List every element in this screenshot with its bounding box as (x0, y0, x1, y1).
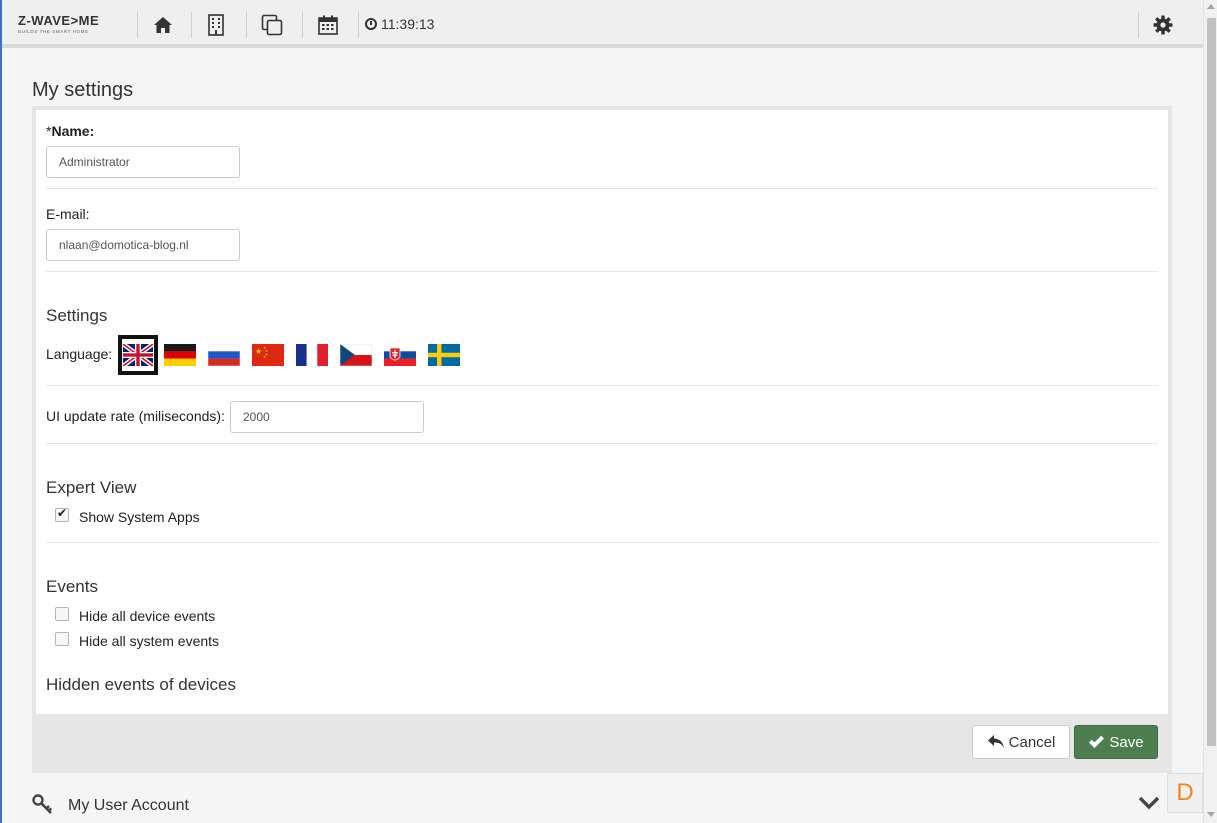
zwave-me-logo[interactable]: Z-WAVE>ME BUILDS THE SMART HOME (18, 14, 118, 38)
hide-device-events-checkbox[interactable] (55, 607, 69, 621)
language-option-cn[interactable]: ★ ★ ★ ★ ★ (246, 335, 290, 375)
germany-flag-icon (164, 344, 196, 366)
undo-arrow-icon (987, 735, 1004, 748)
save-button[interactable]: Save (1074, 725, 1158, 759)
uk-flag-icon (123, 344, 153, 366)
save-button-label: Save (1109, 733, 1144, 751)
language-option-se[interactable] (422, 335, 466, 375)
language-option-en[interactable] (118, 335, 158, 375)
logo-tagline: BUILDS THE SMART HOME (18, 29, 89, 34)
key-icon (32, 794, 53, 814)
cancel-button-label: Cancel (1008, 733, 1056, 751)
language-option-fr[interactable] (290, 335, 334, 375)
slovakia-flag-icon (384, 344, 416, 366)
cancel-button[interactable]: Cancel (972, 725, 1070, 759)
my-user-account-row[interactable]: My User Account (32, 774, 1172, 823)
toolbar-separator (191, 12, 192, 38)
china-flag-icon: ★ ★ ★ ★ ★ (252, 344, 284, 366)
name-label: *Name: (46, 123, 94, 139)
copy-icon[interactable] (259, 12, 285, 38)
settings-heading: Settings (46, 306, 108, 325)
divider (46, 385, 1158, 386)
hide-device-events-label: Hide all device events (79, 608, 216, 624)
expert-view-heading: Expert View (46, 478, 137, 497)
ui-update-rate-label: UI update rate (miliseconds): (46, 408, 225, 424)
language-option-cz[interactable] (334, 335, 378, 375)
toolbar-separator (1138, 12, 1139, 38)
divider (46, 188, 1158, 189)
hide-system-events-checkbox[interactable] (55, 632, 69, 646)
divider (46, 542, 1158, 543)
scroll-down-arrow-icon[interactable] (1207, 812, 1215, 817)
divider (46, 443, 1158, 444)
czech-flag-icon (340, 344, 372, 366)
email-input[interactable] (46, 229, 240, 261)
d-badge[interactable]: D (1167, 773, 1203, 813)
top-navbar: Z-WAVE>ME BUILDS THE SMART HOME 11:39:13 (2, 0, 1203, 48)
calendar-icon[interactable] (315, 12, 341, 38)
language-option-de[interactable] (158, 335, 202, 375)
scroll-up-arrow-icon[interactable] (1207, 4, 1215, 9)
svg-text:★: ★ (255, 347, 262, 356)
divider (46, 271, 1158, 272)
language-label: Language: (46, 346, 113, 362)
show-system-apps-checkbox[interactable] (55, 506, 69, 522)
events-heading: Events (46, 577, 98, 596)
name-label-text: Name: (51, 123, 95, 139)
page-title: My settings (32, 79, 134, 101)
language-selector: ★ ★ ★ ★ ★ (118, 335, 466, 375)
scrollbar-thumb[interactable] (1207, 18, 1216, 746)
toolbar-separator (358, 12, 359, 38)
show-system-apps-label: Show System Apps (79, 509, 200, 525)
france-flag-icon (296, 344, 328, 366)
clock-display: 11:39:13 (365, 16, 434, 32)
home-icon[interactable] (150, 12, 176, 38)
language-option-ru[interactable] (202, 335, 246, 375)
my-user-account-label: My User Account (68, 797, 189, 814)
language-option-sk[interactable] (378, 335, 422, 375)
gear-icon[interactable] (1150, 12, 1176, 38)
hidden-events-heading: Hidden events of devices (46, 675, 236, 694)
toolbar-separator (137, 12, 138, 38)
name-input[interactable] (46, 146, 240, 178)
email-label: E-mail: (46, 206, 90, 222)
window-left-edge (0, 0, 2, 823)
toolbar-separator (246, 12, 247, 38)
clock-icon (365, 18, 377, 30)
ui-update-rate-input[interactable] (230, 401, 424, 433)
logo-text: Z-WAVE>ME (18, 13, 100, 28)
hide-system-events-label: Hide all system events (79, 633, 220, 649)
toolbar-separator (302, 12, 303, 38)
russia-flag-icon (208, 344, 240, 366)
sweden-flag-icon (428, 344, 460, 366)
clock-time: 11:39:13 (381, 16, 435, 32)
chevron-down-icon[interactable] (1138, 796, 1160, 810)
checkmark-icon (1089, 735, 1105, 748)
svg-text:★: ★ (263, 355, 266, 359)
page-scrollbar[interactable] (1203, 0, 1217, 823)
building-icon[interactable] (203, 12, 229, 38)
